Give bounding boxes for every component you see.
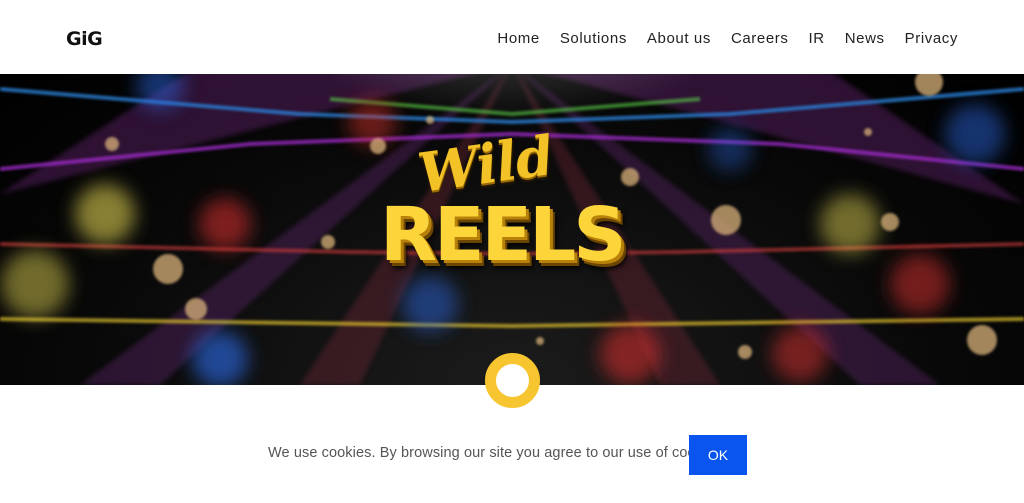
cookie-ok-button[interactable]: OK	[689, 435, 747, 475]
main-nav: Home Solutions About us Careers IR News …	[477, 30, 958, 47]
nav-careers[interactable]: Careers	[731, 30, 789, 47]
nav-news[interactable]: News	[845, 30, 885, 47]
cookie-banner: We use cookies. By browsing our site you…	[0, 420, 1024, 490]
loading-spinner-icon	[485, 353, 540, 408]
nav-home[interactable]: Home	[497, 30, 539, 47]
gig-logo[interactable]: GiG	[66, 28, 103, 50]
hero-banner: Wild REELS	[0, 74, 1024, 385]
nav-about-us[interactable]: About us	[647, 30, 711, 47]
nav-solutions[interactable]: Solutions	[560, 30, 627, 47]
hero-background-art	[0, 74, 1024, 385]
nav-privacy[interactable]: Privacy	[905, 30, 958, 47]
cookie-message: We use cookies. By browsing our site you…	[268, 445, 726, 461]
nav-ir[interactable]: IR	[809, 30, 825, 47]
site-header: GiG Home Solutions About us Careers IR N…	[0, 0, 1024, 74]
